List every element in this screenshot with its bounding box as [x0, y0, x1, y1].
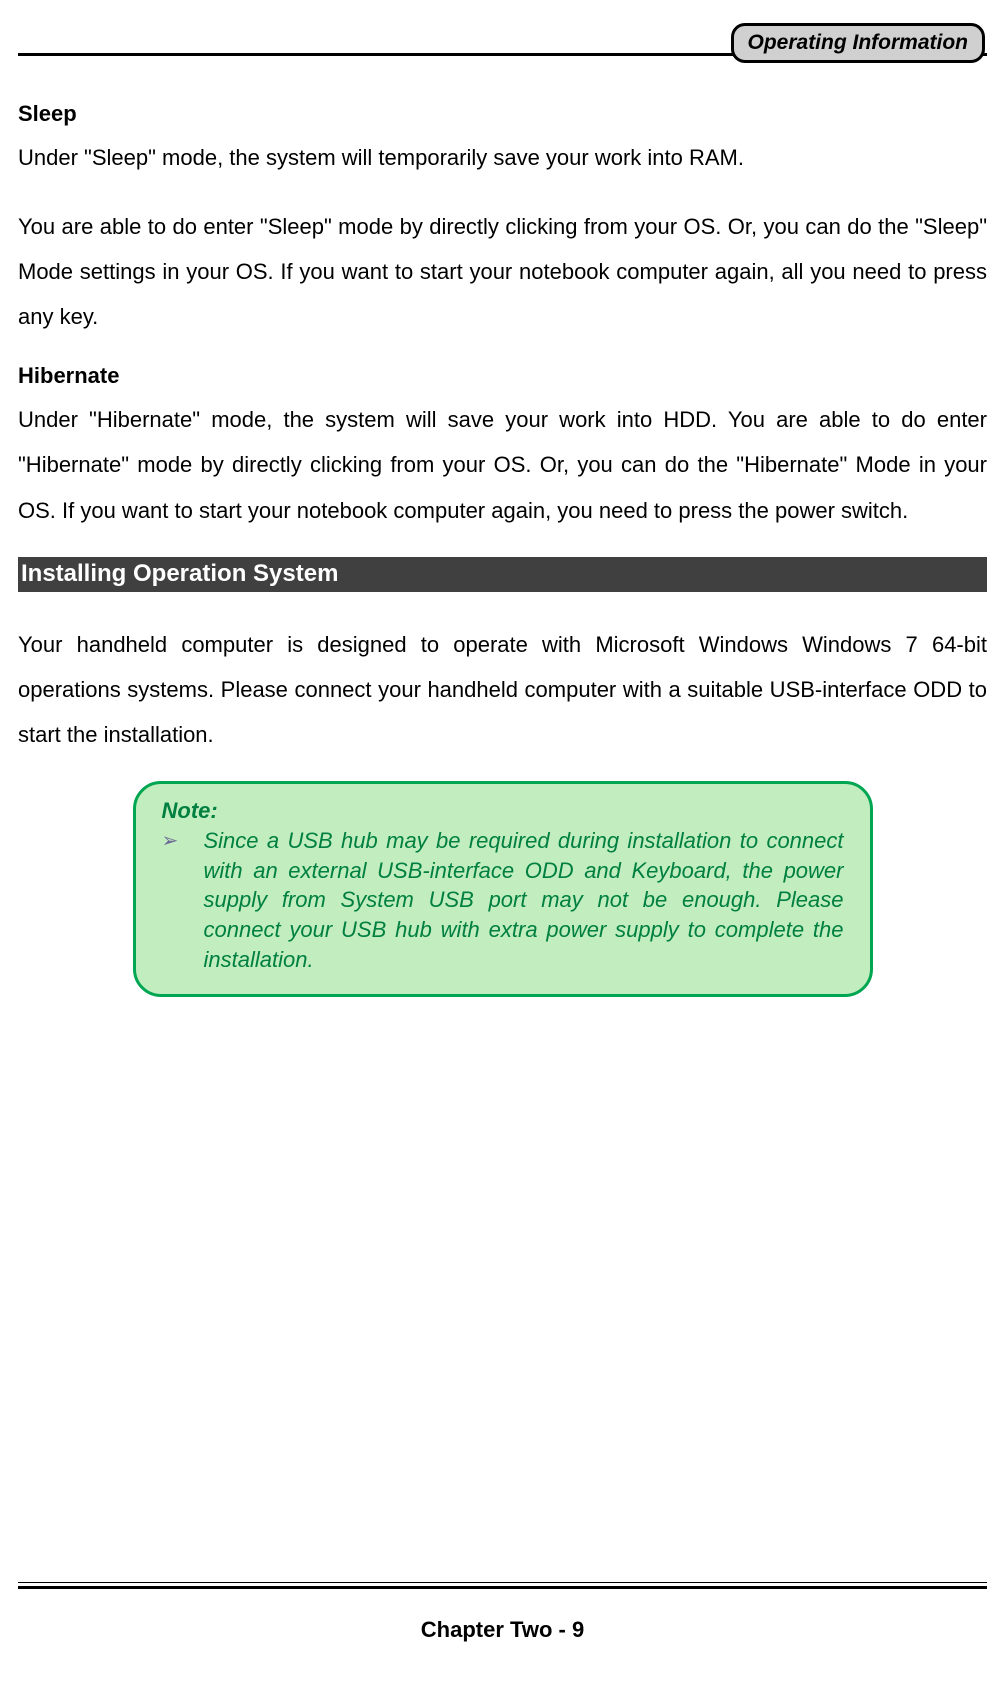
page-footer: Chapter Two - 9 — [18, 1582, 987, 1643]
page-header: Operating Information — [18, 23, 987, 79]
note-text: Since a USB hub may be required during i… — [204, 826, 844, 974]
footer-page-number: Chapter Two - 9 — [18, 1617, 987, 1643]
header-badge: Operating Information — [731, 23, 986, 63]
footer-rule-top — [18, 1582, 987, 1589]
sleep-heading: Sleep — [18, 101, 987, 127]
sleep-paragraph-1: Under "Sleep" mode, the system will temp… — [18, 135, 987, 180]
page-content: Sleep Under "Sleep" mode, the system wil… — [18, 79, 987, 997]
sleep-paragraph-2: You are able to do enter "Sleep" mode by… — [18, 204, 987, 339]
note-label: Note: — [162, 798, 844, 824]
hibernate-heading: Hibernate — [18, 363, 987, 389]
installing-banner: Installing Operation System — [18, 557, 987, 592]
installing-paragraph-1: Your handheld computer is designed to op… — [18, 622, 987, 757]
arrow-icon: ➢ — [162, 826, 204, 853]
footer-rule-bottom — [18, 1586, 987, 1589]
hibernate-paragraph-1: Under "Hibernate" mode, the system will … — [18, 397, 987, 532]
note-box: Note: ➢ Since a USB hub may be required … — [133, 781, 873, 997]
note-item: ➢ Since a USB hub may be required during… — [162, 826, 844, 974]
